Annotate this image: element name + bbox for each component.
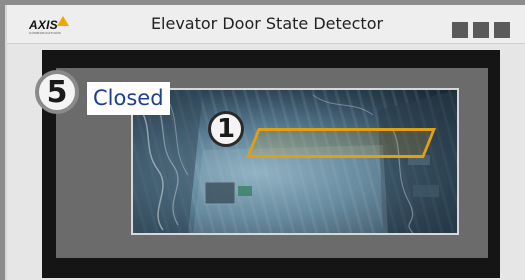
logo-subtext: COMMUNICATIONS bbox=[29, 31, 61, 35]
camera-feed[interactable]: 1 bbox=[131, 88, 459, 235]
elevator-scene bbox=[133, 90, 457, 233]
region-marker-badge: 1 bbox=[208, 111, 244, 147]
title-bar: AXIS COMMUNICATIONS Elevator Door State … bbox=[7, 5, 525, 44]
logo-triangle-icon bbox=[57, 16, 69, 26]
close-button[interactable] bbox=[494, 22, 510, 38]
window-title: Elevator Door State Detector bbox=[150, 14, 384, 33]
minimize-button[interactable] bbox=[452, 22, 468, 38]
app-window: AXIS COMMUNICATIONS Elevator Door State … bbox=[5, 5, 525, 280]
maximize-button[interactable] bbox=[473, 22, 489, 38]
door-state-label: Closed bbox=[87, 82, 170, 115]
door-detection-region[interactable] bbox=[245, 128, 437, 158]
status-marker-badge: 5 bbox=[35, 70, 79, 114]
axis-logo: AXIS bbox=[29, 18, 58, 32]
